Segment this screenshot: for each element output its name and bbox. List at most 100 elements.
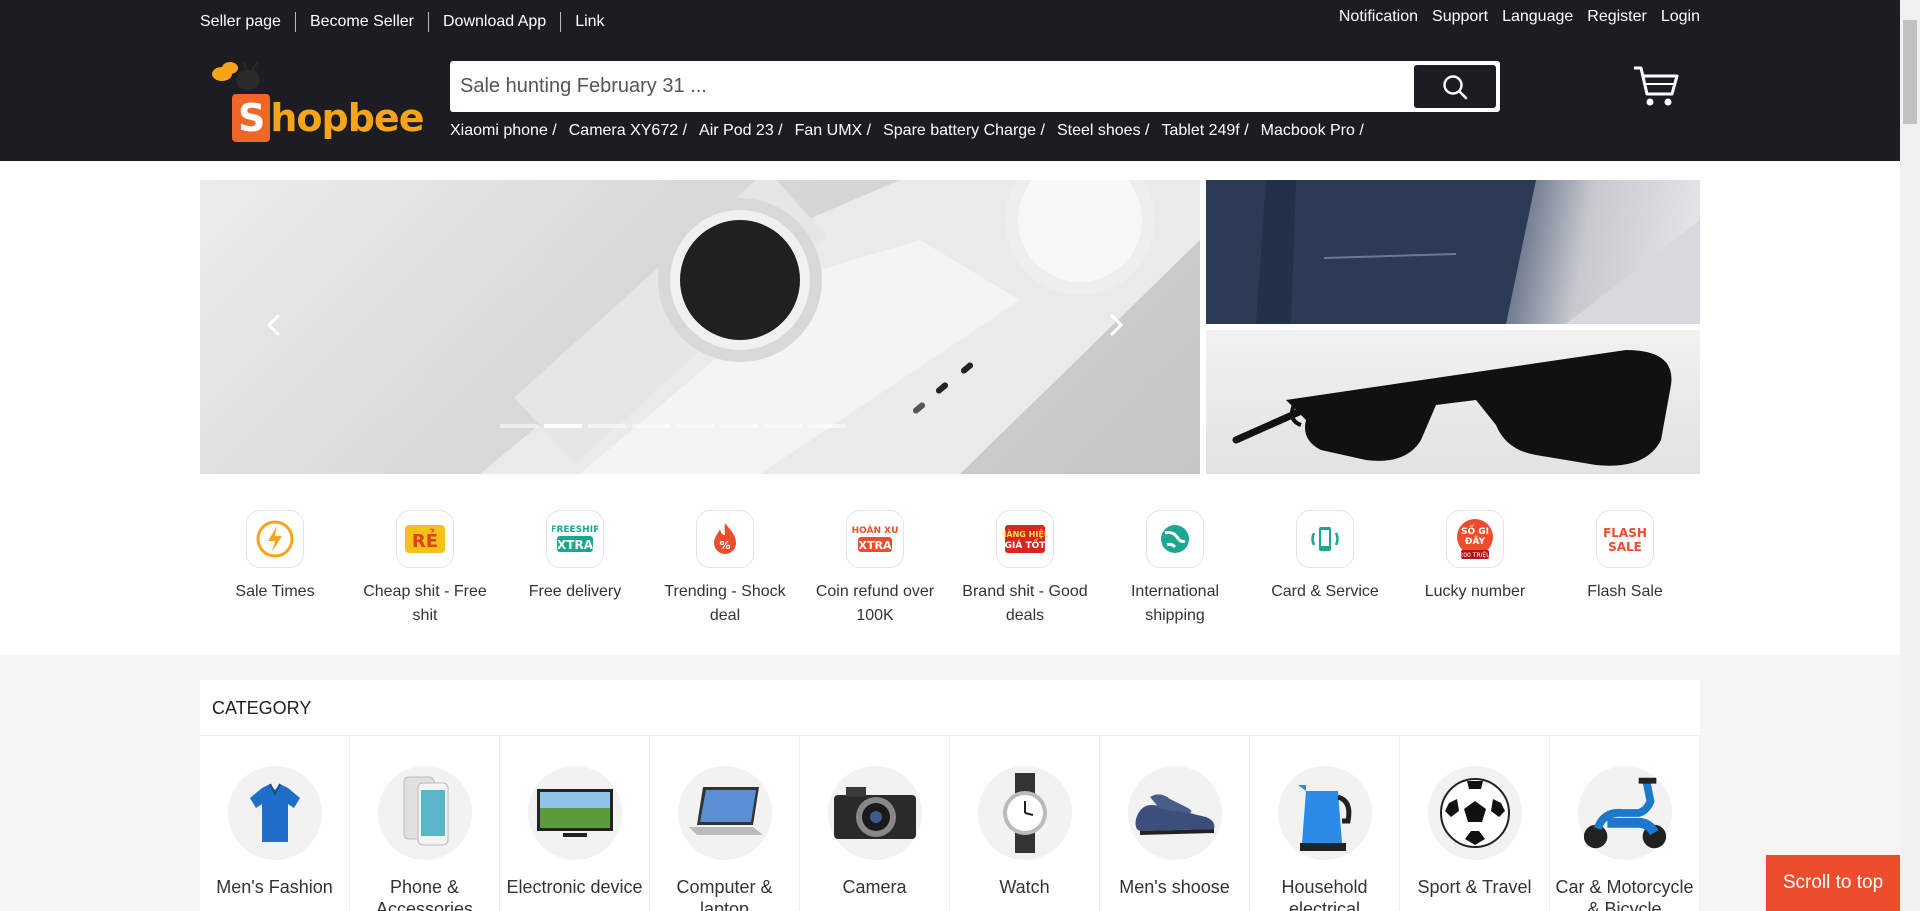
quick-link-sale-times[interactable]: Sale Times: [200, 510, 350, 630]
suggestion-link[interactable]: Spare battery Charge /: [883, 122, 1045, 140]
svg-text:HOÀN XU: HOÀN XU: [852, 524, 898, 536]
category-label: Camera: [842, 877, 907, 897]
side-banner-sunglasses[interactable]: [1206, 330, 1700, 474]
suggestion-link[interactable]: Fan UMX /: [795, 122, 871, 140]
globe-icon: [1146, 510, 1204, 568]
soccer-ball-icon: [1427, 766, 1522, 860]
svg-text:200 TRIỆU: 200 TRIỆU: [1459, 551, 1490, 559]
svg-text:%: %: [719, 539, 730, 552]
coin-refund-icon: HOÀN XU XTRA: [846, 510, 904, 568]
category-label: Computer & laptop: [676, 877, 773, 911]
quick-link-label: Flash Sale: [1587, 583, 1663, 600]
category-item-mens-shoes[interactable]: Men's shoose: [1100, 736, 1250, 911]
category-item-vehicle[interactable]: Car & Motorcycle & Bicycle: [1550, 736, 1700, 911]
search-input[interactable]: [450, 61, 1410, 112]
category-item-electronic[interactable]: Electronic device: [500, 736, 650, 911]
category-item-sport[interactable]: Sport & Travel: [1400, 736, 1550, 911]
search-button[interactable]: [1414, 65, 1496, 108]
divider: [294, 12, 296, 32]
carousel-dot[interactable]: [764, 424, 802, 428]
watch-banner-image: [480, 180, 1200, 474]
svg-text:HÀNG HIỆU: HÀNG HIỆU: [1002, 528, 1048, 539]
search-icon: [1443, 74, 1468, 99]
side-banner-suit[interactable]: [1206, 180, 1700, 324]
quick-link-international[interactable]: International shipping: [1100, 510, 1250, 630]
kettle-icon: [1277, 766, 1372, 860]
category-item-camera[interactable]: Camera: [800, 736, 950, 911]
notification-link[interactable]: Notification: [1339, 8, 1418, 26]
quick-link-coin-refund[interactable]: HOÀN XU XTRA Coin refund over 100K: [800, 510, 950, 630]
svg-text:XTRA: XTRA: [859, 539, 892, 552]
category-item-household[interactable]: Household electrical: [1250, 736, 1400, 911]
carousel-dot[interactable]: [500, 424, 538, 428]
category-label: Men's shoose: [1119, 877, 1230, 897]
quick-link-label: Lucky number: [1424, 583, 1526, 600]
category-item-phone[interactable]: Phone & Accessories: [350, 736, 500, 911]
quick-links: Sale Times RẺ Cheap shit - Free shit FRE…: [200, 510, 1700, 630]
quick-link-cheap[interactable]: RẺ Cheap shit - Free shit: [350, 510, 500, 630]
carousel-indicators: [500, 424, 846, 428]
carousel-dot-active[interactable]: [544, 424, 582, 428]
phone-icon: [377, 766, 472, 860]
category-item-mens-fashion[interactable]: Men's Fashion: [200, 736, 350, 911]
category-label: Household electrical: [1281, 877, 1368, 911]
scroll-to-top-button[interactable]: Scroll to top: [1766, 855, 1900, 911]
polo-shirt-icon: [227, 766, 322, 860]
suggestion-link[interactable]: Steel shoes /: [1057, 122, 1150, 140]
category-label: Sport & Travel: [1417, 877, 1532, 897]
suggestion-link[interactable]: Air Pod 23 /: [699, 122, 783, 140]
suggestion-link[interactable]: Tablet 249f /: [1161, 122, 1248, 140]
link-link[interactable]: Link: [575, 13, 604, 31]
quick-link-free-delivery[interactable]: FREESHIP XTRA Free delivery: [500, 510, 650, 630]
category-grid: Men's Fashion Phone & Accessories Electr…: [200, 735, 1700, 911]
chevron-left-icon: [266, 313, 281, 337]
register-link[interactable]: Register: [1587, 8, 1647, 26]
chevron-right-icon: [1109, 313, 1124, 337]
seller-page-link[interactable]: Seller page: [200, 13, 281, 31]
laptop-icon: [677, 766, 772, 860]
logo-text: Shopbee: [232, 94, 424, 142]
svg-text:ĐÂY: ĐÂY: [1465, 535, 1486, 547]
carousel-dot[interactable]: [676, 424, 714, 428]
cart-button[interactable]: [1632, 64, 1680, 108]
banner-carousel[interactable]: [200, 180, 1200, 474]
quick-link-card-service[interactable]: Card & Service: [1250, 510, 1400, 630]
category-label: Electronic device: [506, 877, 643, 897]
scooter-icon: [1577, 766, 1672, 860]
quick-link-flash-sale[interactable]: FLASH SALE Flash Sale: [1550, 510, 1700, 630]
category-section: CATEGORY Men's Fashion Phone & Accessori…: [200, 680, 1700, 911]
lucky-icon: SỐ GI ĐÂY 200 TRIỆU: [1446, 510, 1504, 568]
suggestion-link[interactable]: Camera XY672 /: [569, 122, 687, 140]
download-app-link[interactable]: Download App: [443, 13, 546, 31]
carousel-dot[interactable]: [720, 424, 758, 428]
quick-link-brand[interactable]: HÀNG HIỆU GIÁ TỐT Brand shit - Good deals: [950, 510, 1100, 630]
language-link[interactable]: Language: [1502, 8, 1573, 26]
quick-link-label: Trending - Shock deal: [664, 583, 786, 624]
page-scrollbar[interactable]: [1900, 0, 1920, 911]
category-label: Car & Motorcycle & Bicycle: [1555, 877, 1694, 911]
quick-link-lucky-number[interactable]: SỐ GI ĐÂY 200 TRIỆU Lucky number: [1400, 510, 1550, 630]
shopbee-logo[interactable]: Shopbee: [208, 60, 424, 150]
category-item-watch[interactable]: Watch: [950, 736, 1100, 911]
category-title: CATEGORY: [212, 698, 312, 718]
suggestion-link[interactable]: Macbook Pro /: [1261, 122, 1364, 140]
support-link[interactable]: Support: [1432, 8, 1488, 26]
carousel-dot[interactable]: [808, 424, 846, 428]
tv-icon: [527, 766, 622, 860]
scrollbar-thumb[interactable]: [1903, 20, 1917, 124]
quick-link-label: Free delivery: [528, 583, 622, 600]
carousel-prev-button[interactable]: [260, 310, 290, 340]
svg-text:SALE: SALE: [1608, 540, 1642, 554]
carousel-next-button[interactable]: [1100, 310, 1130, 340]
carousel-dot[interactable]: [588, 424, 626, 428]
category-label: Phone & Accessories: [375, 877, 474, 911]
search-box: [450, 61, 1500, 112]
suggestion-link[interactable]: Xiaomi phone /: [450, 122, 557, 140]
become-seller-link[interactable]: Become Seller: [310, 13, 414, 31]
top-nav-left: Seller page Become Seller Download App L…: [200, 12, 605, 32]
login-link[interactable]: Login: [1661, 8, 1700, 26]
quick-link-trending[interactable]: % Trending - Shock deal: [650, 510, 800, 630]
top-bar: Seller page Become Seller Download App L…: [200, 0, 1700, 44]
carousel-dot[interactable]: [632, 424, 670, 428]
category-item-computer[interactable]: Computer & laptop: [650, 736, 800, 911]
